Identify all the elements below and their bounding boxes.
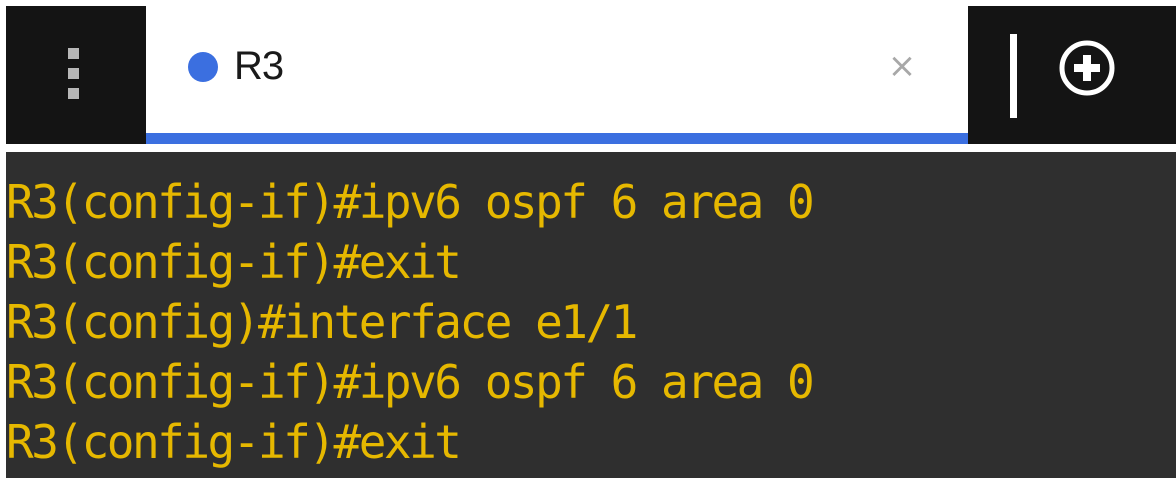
menu-button[interactable] — [6, 6, 146, 144]
terminal-line: R3(config)#interface e1/1 — [6, 295, 638, 349]
tab-bar: R3 × — [6, 6, 1176, 144]
new-tab-button[interactable] — [1058, 39, 1116, 97]
terminal-line: R3(config-if)#exit — [6, 235, 462, 289]
terminal-line: R3(config-if)#ipv6 ospf 6 area 0 — [6, 355, 815, 409]
close-icon[interactable]: × — [882, 46, 922, 86]
status-dot-icon — [188, 52, 218, 82]
vertical-dots-icon — [68, 48, 80, 100]
tab-r3[interactable]: R3 × — [146, 6, 968, 144]
terminal-app-window: R3 × R3(config-if)#ipv6 ospf 6 area 0 R3… — [0, 0, 1176, 478]
tab-label: R3 — [234, 44, 284, 88]
terminal-line: R3(config-if)#exit — [6, 415, 462, 469]
terminal-output[interactable]: R3(config-if)#ipv6 ospf 6 area 0 R3(conf… — [6, 152, 1176, 478]
active-tab-indicator — [146, 133, 968, 144]
tab-divider — [1010, 34, 1017, 118]
plus-circle-icon — [1059, 40, 1115, 96]
terminal-line: R3(config-if)#ipv6 ospf 6 area 0 — [6, 175, 815, 229]
